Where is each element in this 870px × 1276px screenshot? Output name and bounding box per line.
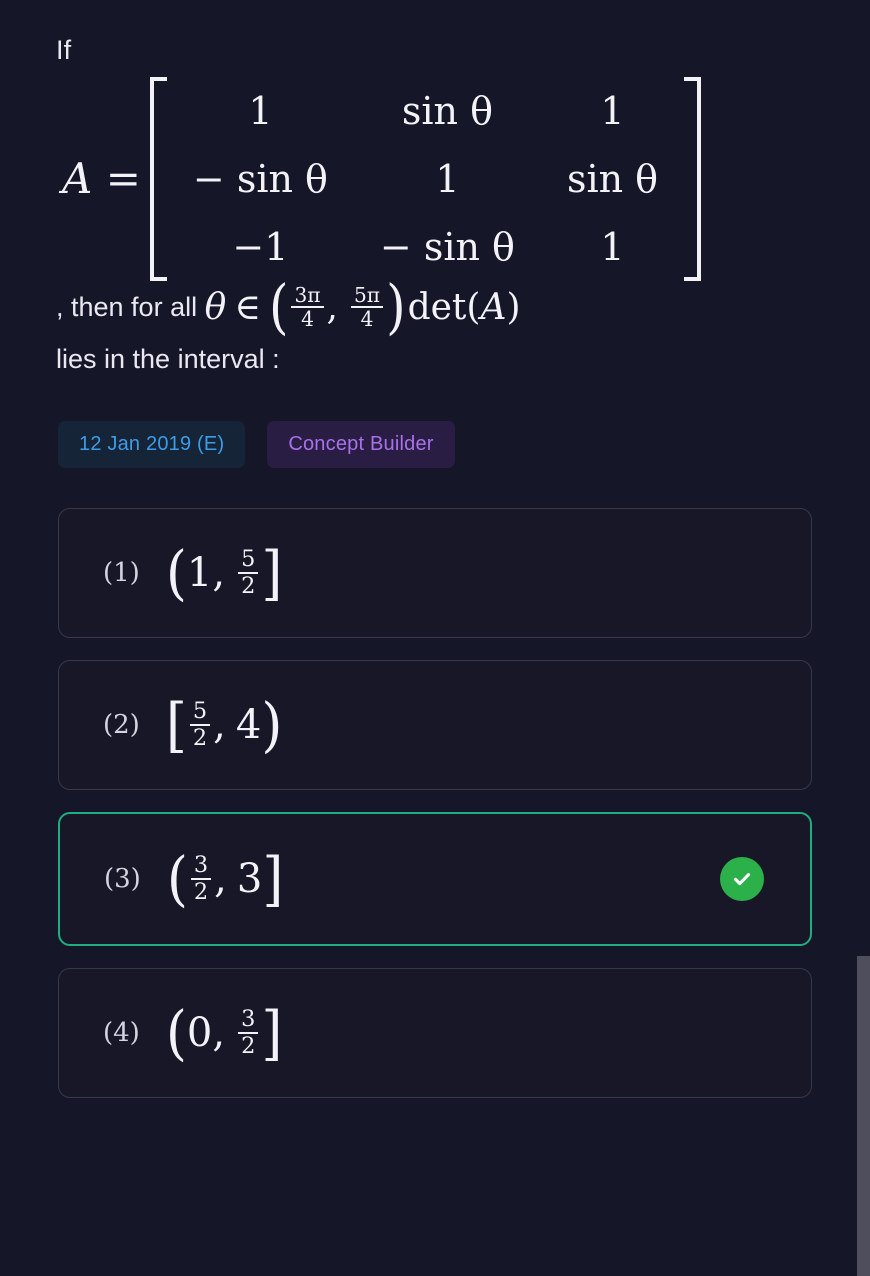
interval-comma: , [213,702,226,749]
option-number: (2) [103,710,140,741]
interval-comma: , [212,550,226,597]
fraction-left-value: 3 2 [190,852,212,906]
det-argument: A [480,286,507,328]
fraction-numerator: 5π [353,282,381,307]
bracket-close: ) [261,690,283,760]
fraction-denominator: 2 [192,725,208,752]
vertical-scrollbar[interactable] [857,956,870,1276]
tag-exam-date[interactable]: 12 Jan 2019 (E) [58,421,246,469]
option-number: (3) [104,864,141,895]
bracket-open: ( [165,998,187,1068]
option-value: [ 5 2 , 4 ) [165,690,283,760]
matrix-row: 1 sin θ 1 [167,77,684,145]
tag-concept-builder[interactable]: Concept Builder [267,421,455,469]
interval-left-value: 0 [186,1010,213,1057]
fraction-denominator: 4 [360,307,374,332]
interval-comma: , [214,856,227,903]
fraction-numerator: 5 [241,546,256,573]
fraction-right-value: 3 2 [238,1006,259,1060]
condition-prefix-text: , then for all [56,291,205,322]
question-condition-line: , then for all θ ∈ ( 3π 4 , 5π 4 ) det( [56,272,820,342]
fraction-right-value: 5 2 [238,546,259,600]
question-stem: If A = 1 sin θ 1 − sin θ 1 sin θ −1 − si… [0,0,870,375]
matrix-cell: − sin θ [192,156,328,201]
bracket-open: [ [165,690,187,760]
matrix-right-bracket [684,76,706,281]
option-2[interactable]: (2) [ 5 2 , 4 ) [58,660,812,791]
matrix-label: A = [62,154,141,204]
matrix-equation: A = 1 sin θ 1 − sin θ 1 sin θ −1 − sin θ… [62,76,820,281]
fraction-numerator: 3π [294,282,321,307]
interval-right-value: 3 [236,856,263,903]
fraction-numerator: 5 [192,698,208,725]
interval-close-paren: ) [386,272,406,342]
fraction-denominator: 2 [241,573,256,600]
matrix-row: − sin θ 1 sin θ [167,145,684,213]
question-closing-line: lies in the interval : [56,344,280,375]
bracket-close: ] [262,844,284,914]
fraction-left-value: 5 2 [189,698,211,752]
interval-left-value: 1 [186,550,213,597]
fraction-denominator: 2 [193,879,209,906]
interval-open-paren: ( [268,272,289,342]
bracket-open: ( [166,844,188,914]
matrix-cell: −1 [232,224,289,269]
fraction-numerator: 3 [241,1006,256,1033]
option-value: ( 0 , 3 2 ] [165,998,283,1068]
option-number: (4) [103,1018,140,1049]
option-number: (1) [103,558,140,589]
matrix-cell: − sin θ [379,224,515,269]
det-function-text: det( [407,286,481,328]
matrix-cell: sin θ [401,88,493,133]
theta-interval-math: θ ∈ ( 3π 4 , 5π 4 ) det( A ) [204,272,521,342]
option-1[interactable]: (1) ( 1 , 5 2 ] [58,508,812,639]
fraction-denominator: 4 [301,307,314,332]
option-value: ( 1 , 5 2 ] [165,538,283,608]
interval-right-value: 4 [235,702,262,749]
bracket-open: ( [165,538,187,608]
option-value: ( 3 2 , 3 ] [166,844,284,914]
option-3[interactable]: (3) ( 3 2 , 3 ] [58,812,812,947]
matrix-cell: 1 [600,224,625,269]
bracket-close: ] [261,538,283,608]
interval-comma: , [212,1010,226,1057]
fraction-numerator: 3 [193,852,209,879]
matrix-cell: 1 [600,88,625,133]
matrix-row: −1 − sin θ 1 [167,213,684,281]
matrix-left-bracket [145,76,167,281]
question-page: If A = 1 sin θ 1 − sin θ 1 sin θ −1 − si… [0,0,870,1276]
fraction-denominator: 2 [241,1033,256,1060]
theta-symbol: θ [204,286,227,328]
det-close-paren: ) [506,286,521,328]
bracket-close: ] [261,998,283,1068]
matrix-body: 1 sin θ 1 − sin θ 1 sin θ −1 − sin θ 1 [167,77,684,281]
question-intro-text: If [56,35,72,65]
matrix-cell: sin θ [566,156,659,201]
option-list: (1) ( 1 , 5 2 ] (2) [ 5 2 , 4) (3) (3 … [0,468,870,1099]
fraction-upper-bound: 5π 4 [350,282,384,332]
matrix-cell: 1 [248,88,273,133]
fraction-lower-bound: 3π 4 [291,282,324,332]
matrix-cell: 1 [435,156,460,201]
interval-comma: , [326,286,338,328]
matrix-3x3: 1 sin θ 1 − sin θ 1 sin θ −1 − sin θ 1 [145,76,706,281]
option-4[interactable]: (4) ( 0 , 3 2 ] [58,968,812,1099]
tag-list: 12 Jan 2019 (E) Concept Builder [0,375,870,469]
membership-symbol: ∈ [234,286,261,328]
check-circle-icon [720,857,764,902]
